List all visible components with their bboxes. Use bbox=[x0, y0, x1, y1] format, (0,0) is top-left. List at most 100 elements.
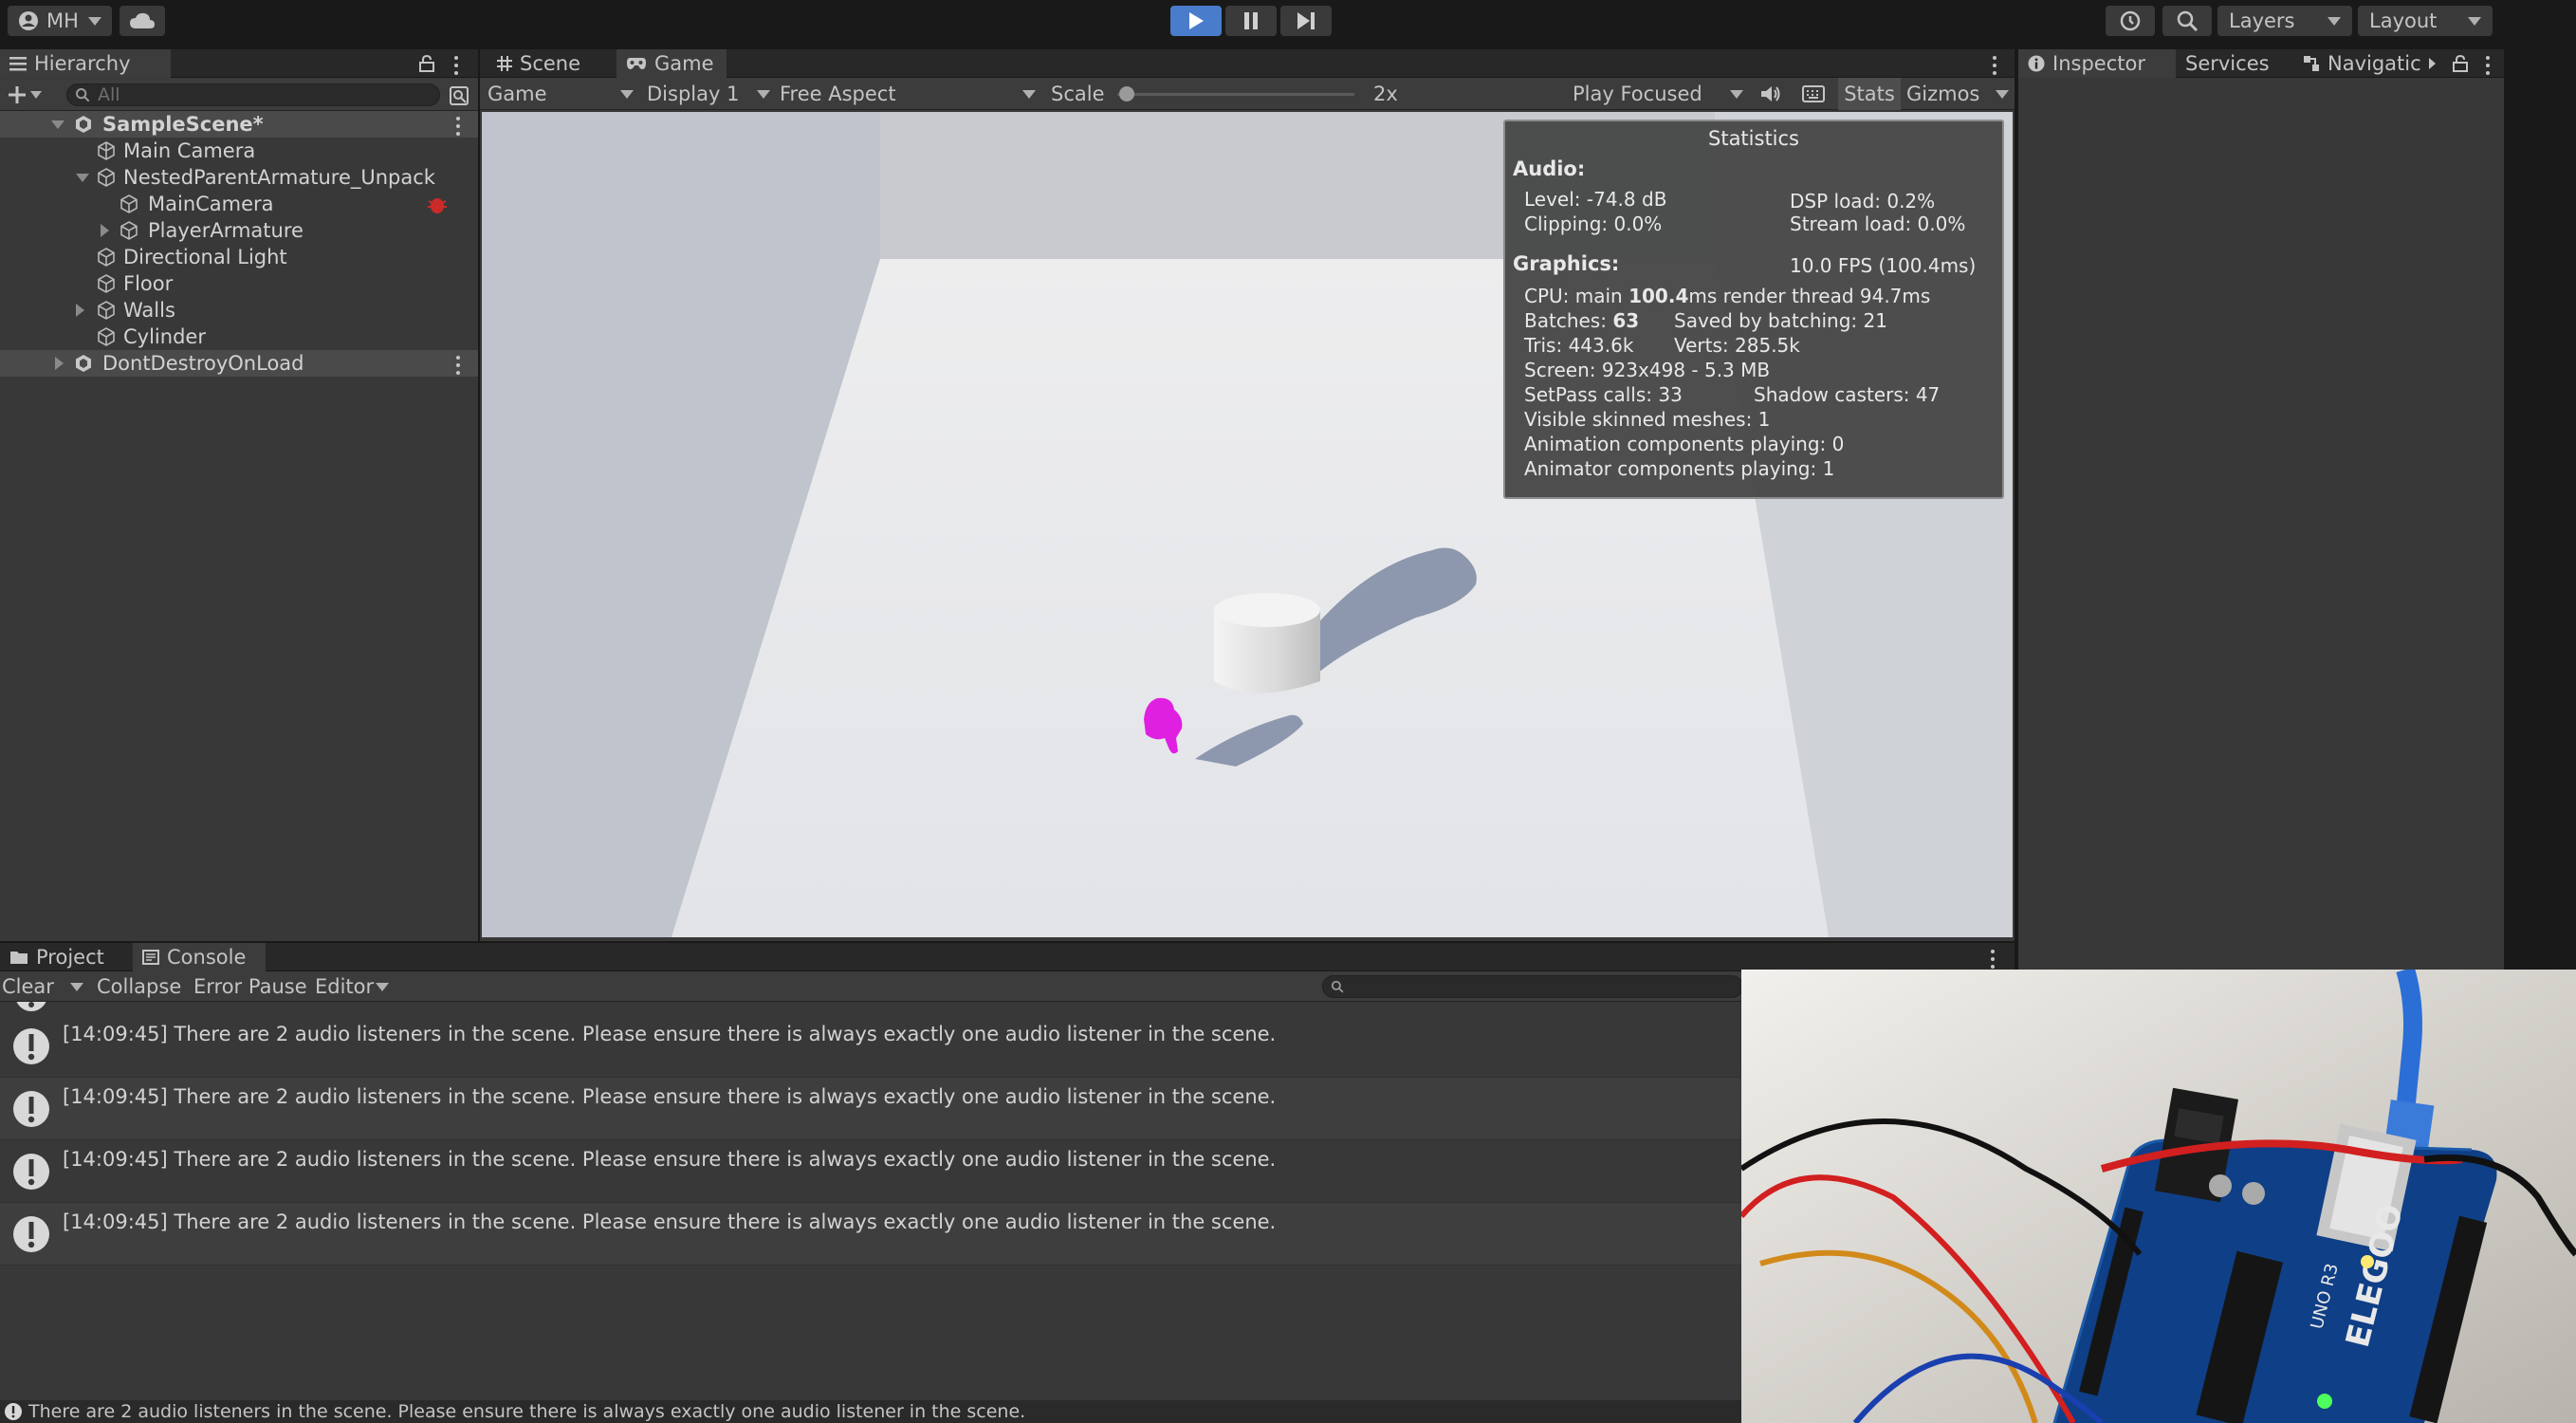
hierarchy-item-playerarmature[interactable]: PlayerArmature bbox=[0, 217, 478, 244]
hierarchy-item-main-camera[interactable]: Main Camera bbox=[0, 138, 478, 164]
account-dropdown[interactable]: MH bbox=[8, 6, 112, 36]
display-label: Display 1 bbox=[647, 83, 740, 105]
hierarchy-item-maincamera[interactable]: MainCamera bbox=[0, 191, 478, 217]
stats-shadow-casters: Shadow casters: 47 bbox=[1754, 383, 1941, 406]
tab-scene[interactable]: Scene bbox=[488, 49, 616, 78]
hierarchy-item-cylinder[interactable]: Cylinder bbox=[0, 323, 478, 350]
tab-services[interactable]: Services bbox=[2176, 49, 2293, 78]
step-button[interactable] bbox=[1280, 6, 1332, 36]
undo-history-button[interactable] bbox=[2106, 6, 2155, 36]
play-mode-dropdown[interactable]: Play Focused bbox=[1573, 78, 1743, 110]
error-bug-icon bbox=[428, 198, 447, 213]
search-button[interactable] bbox=[2162, 6, 2212, 36]
create-dropdown[interactable] bbox=[8, 83, 46, 107]
stats-batches-value: 63 bbox=[1612, 309, 1640, 332]
lock-icon[interactable] bbox=[2453, 55, 2468, 72]
clear-dropdown[interactable]: Clear bbox=[2, 971, 83, 1002]
hierarchy-item-label: DontDestroyOnLoad bbox=[102, 352, 304, 375]
tab-project[interactable]: Project bbox=[0, 943, 133, 971]
view-mode-dropdown[interactable]: Game bbox=[488, 78, 634, 110]
log-message: [14:09:45] There are 2 audio listeners i… bbox=[63, 1023, 1277, 1045]
hierarchy-tabbar: Hierarchy bbox=[0, 49, 478, 78]
stats-cpu-prefix: CPU: main bbox=[1524, 285, 1629, 307]
scale-slider[interactable] bbox=[1117, 78, 1354, 110]
display-dropdown[interactable]: Display 1 bbox=[647, 78, 770, 110]
more-options-icon[interactable] bbox=[455, 356, 461, 375]
hierarchy-item-dontdestroyonload[interactable]: DontDestroyOnLoad bbox=[0, 350, 478, 377]
cylinder-top bbox=[1214, 593, 1320, 627]
stats-cpu-suffix: ms render thread 94.7ms bbox=[1688, 285, 1931, 307]
warning-icon bbox=[13, 1216, 49, 1252]
chevron-down-icon bbox=[70, 982, 83, 991]
error-pause-toggle[interactable]: Error Pause bbox=[193, 971, 307, 1002]
stats-graphics-heading: Graphics: bbox=[1513, 252, 1620, 275]
fold-arrow-icon[interactable] bbox=[51, 120, 64, 129]
warning-icon bbox=[13, 1028, 49, 1064]
hierarchy-item-floor[interactable]: Floor bbox=[0, 270, 478, 297]
search-icon bbox=[2177, 10, 2199, 32]
hierarchy-item-walls[interactable]: Walls bbox=[0, 297, 478, 323]
tab-label: Inspector bbox=[2052, 52, 2145, 75]
more-options-icon[interactable] bbox=[1992, 56, 1997, 75]
tab-game[interactable]: Game bbox=[616, 49, 727, 78]
aspect-label: Free Aspect bbox=[780, 83, 896, 105]
more-options-icon[interactable] bbox=[1990, 950, 1996, 969]
game-viewport[interactable]: Statistics Audio: Level: -74.8 dB DSP lo… bbox=[482, 112, 2013, 937]
play-button[interactable] bbox=[1170, 6, 1222, 36]
fold-arrow-icon[interactable] bbox=[101, 224, 109, 237]
more-options-icon[interactable] bbox=[455, 117, 461, 136]
tab-navigation[interactable]: Navigatic bbox=[2293, 49, 2439, 78]
hierarchy-item-directional-light[interactable]: Directional Light bbox=[0, 244, 478, 270]
hierarchy-search-input[interactable]: All bbox=[66, 83, 440, 106]
list-icon bbox=[9, 57, 27, 71]
unity-scene-icon bbox=[76, 355, 91, 372]
layout-dropdown[interactable]: Layout bbox=[2358, 6, 2493, 36]
mute-audio-button[interactable] bbox=[1760, 78, 1781, 110]
shortcuts-toggle[interactable] bbox=[1802, 78, 1825, 110]
scene-visibility-icon[interactable] bbox=[450, 86, 469, 105]
editor-dropdown[interactable]: Editor bbox=[315, 971, 389, 1002]
gizmos-dropdown[interactable]: Gizmos bbox=[1906, 78, 2009, 110]
pause-icon bbox=[1244, 12, 1258, 29]
tab-hierarchy[interactable]: Hierarchy bbox=[0, 49, 171, 78]
log-row[interactable]: [14:09:45] There are 2 audio listeners i… bbox=[0, 1078, 1741, 1140]
fold-arrow-icon[interactable] bbox=[76, 304, 84, 317]
stats-audio-heading: Audio: bbox=[1513, 157, 1586, 180]
tab-label: Game bbox=[654, 52, 714, 75]
hierarchy-item-label: Cylinder bbox=[123, 325, 206, 348]
fold-arrow-icon[interactable] bbox=[55, 357, 64, 370]
scale-slider-thumb[interactable] bbox=[1119, 86, 1134, 102]
log-row[interactable]: [14:09:45] There are 2 audio listeners i… bbox=[0, 1140, 1741, 1203]
clear-label: Clear bbox=[2, 975, 54, 998]
hierarchy-item-label: SampleScene* bbox=[102, 113, 264, 136]
stats-animator-components: Animator components playing: 1 bbox=[1524, 457, 1835, 480]
log-row[interactable]: [14:09:45] There are 2 audio listeners i… bbox=[0, 1015, 1741, 1078]
collapse-toggle[interactable]: Collapse bbox=[97, 971, 181, 1002]
hierarchy-item-label: Main Camera bbox=[123, 139, 256, 162]
chevron-down-icon bbox=[376, 982, 389, 991]
log-row[interactable]: [14:09:45] There are 2 audio listeners i… bbox=[0, 1203, 1741, 1266]
inspector-tabbar: Inspector Services Navigatic bbox=[2018, 49, 2504, 78]
lock-icon[interactable] bbox=[419, 55, 434, 72]
tab-inspector[interactable]: Inspector bbox=[2018, 49, 2176, 78]
stats-saved-by-batching: Saved by batching: 21 bbox=[1674, 309, 1887, 332]
stats-toggle[interactable]: Stats bbox=[1838, 78, 1901, 110]
more-options-icon[interactable] bbox=[2485, 56, 2491, 75]
search-placeholder: All bbox=[98, 84, 120, 105]
layers-dropdown[interactable]: Layers bbox=[2217, 6, 2352, 36]
more-options-icon[interactable] bbox=[453, 56, 459, 75]
account-icon bbox=[19, 11, 39, 30]
fold-arrow-icon[interactable] bbox=[76, 174, 89, 182]
cloud-button[interactable] bbox=[120, 6, 165, 36]
scale-value: 2x bbox=[1373, 83, 1398, 105]
hierarchy-item-samplescene[interactable]: SampleScene* bbox=[0, 111, 478, 138]
console-search-input[interactable] bbox=[1322, 975, 1743, 998]
tab-label: Navigatic bbox=[2328, 52, 2421, 75]
pause-button[interactable] bbox=[1225, 6, 1277, 36]
chevron-down-icon bbox=[87, 16, 101, 26]
stats-tris: Tris: 443.6k bbox=[1524, 334, 1634, 357]
hierarchy-item-nested-parent-armature[interactable]: NestedParentArmature_Unpack bbox=[0, 164, 478, 191]
aspect-dropdown[interactable]: Free Aspect bbox=[780, 78, 1036, 110]
history-icon bbox=[2120, 10, 2141, 31]
tab-console[interactable]: Console bbox=[133, 943, 266, 971]
